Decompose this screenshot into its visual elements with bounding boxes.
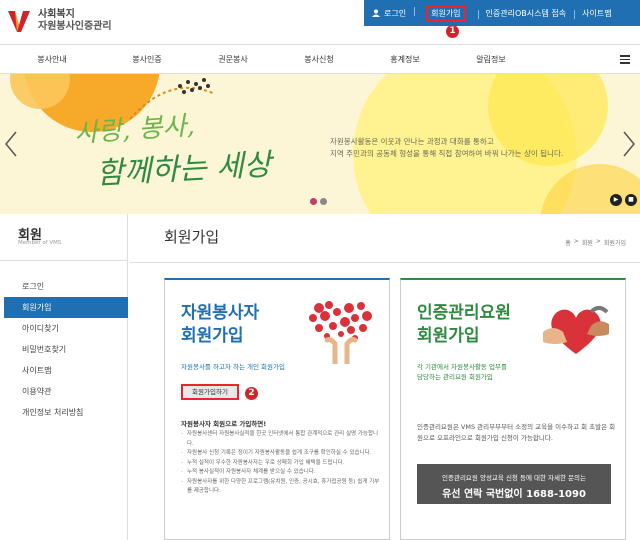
manager-join-card: 인증관리요원 회원가입 각 기관에서 자원봉사활동 업무를 담당하는 관리요원 … [400, 278, 626, 540]
manager-contact-phone: 유선 연락 국번없이 1688-1090 [442, 489, 586, 500]
manager-subtitle-line2: 담당하는 관리요원 회원가입 [417, 373, 493, 381]
banner-play-icon[interactable]: ▶ [610, 194, 622, 206]
banner-headline-2: 함께하는 세상 [95, 147, 273, 192]
banner-dot-2[interactable] [320, 198, 327, 205]
sidebar-item-terms[interactable]: 이용약관 [4, 381, 128, 402]
banner-stop-icon[interactable]: ■ [625, 194, 637, 206]
breadcrumb-member[interactable]: 회원 [582, 238, 593, 247]
sidebar-item-sitemap[interactable]: 사이트맵 [4, 360, 128, 381]
logo-line1: 사회복지 [38, 9, 75, 20]
site-logo[interactable]: 사회복지 자원봉사인증관리 [6, 8, 112, 34]
volunteer-benefits-list: 자원봉사센터 자원봉사실적을 한곳 인터넷에서 통합 관계적으로 관리 실명 가… [181, 430, 381, 497]
login-label: 로그인 [384, 8, 407, 18]
hero-banner: 사랑, 봉사, 함께하는 세상 자원봉사활동은 이웃과 만나는 과정과 대화를 … [0, 74, 640, 214]
banner-description: 자원봉사활동은 이웃과 만나는 과정과 대화를 통하고 지역 주민과의 공동체 … [330, 136, 563, 160]
gnb-item-4[interactable]: 홍계정보 [362, 54, 448, 65]
sidebar-item-find-password[interactable]: 비밀번호찾기 [4, 339, 128, 360]
join-link-wrap: 회원가입 [414, 4, 477, 22]
list-item: 자원봉사자를 위한 다양한 프로그램(유치원, 인증, 공시효, 휴가접공원 등… [181, 478, 381, 497]
page-title: 회원가입 [164, 228, 220, 246]
banner-pagination [310, 198, 327, 205]
volunteer-title-line2: 회원가입 [181, 326, 244, 346]
login-link[interactable]: 로그인 [364, 8, 414, 19]
sidebar-item-join[interactable]: 회원가입 [4, 297, 128, 318]
manager-title-line1: 인증관리요원 [417, 303, 511, 323]
banner-desc-line1: 자원봉사활동은 이웃과 만나는 과정과 대화를 통하고 [330, 137, 494, 146]
hamburger-menu-icon[interactable] [620, 55, 630, 64]
gnb-item-1[interactable]: 봉사인증 [104, 54, 190, 65]
heart-hands-icon [543, 306, 609, 354]
list-item: 누적 봉사실적이 자원봉사자 체계를 받으실 수 있습니다. [181, 468, 381, 478]
breadcrumb-sep: > [573, 238, 579, 245]
volunteer-card-title: 자원봉사자 회원가입 [181, 302, 259, 348]
sidebar-item-login[interactable]: 로그인 [4, 276, 128, 297]
logo-v-icon [8, 11, 30, 32]
manager-description: 인증관리요원은 VMS 관리부부부터 소정의 교육을 이수하고 회 초발은 회원… [417, 423, 616, 442]
breadcrumb-current: 회원가입 [603, 240, 626, 247]
volunteer-card-subtitle: 자원봉사를 하고자 하는 개인 회원가입 [181, 363, 285, 371]
gnb-item-2[interactable]: 권문봉사 [190, 54, 276, 65]
sitemap-link[interactable]: 사이트맵 [574, 8, 619, 19]
volunteer-join-card: 자원봉사자 회원가입 자원봉사를 하고자 하는 개인 회원가입 회원가입하기 2… [164, 278, 390, 540]
gnb-item-0[interactable]: 봉사안내 [0, 54, 104, 65]
logo-line2: 자원봉사인증관리 [38, 21, 112, 32]
banner-dot-1[interactable] [310, 198, 317, 205]
banner-desc-line2: 지역 주민과의 공동체 형성을 통해 직접 참여하여 바꿔 나가는 상이 됩니다… [330, 149, 564, 158]
manager-subtitle-line1: 각 기관에서 자원봉사활동 업무를 [417, 363, 507, 371]
breadcrumb-sep: > [595, 238, 601, 245]
breadcrumb-home[interactable]: 홈 [565, 238, 571, 247]
join-link[interactable]: 회원가입 [426, 4, 466, 22]
gnb-item-3[interactable]: 봉사신청 [276, 54, 362, 65]
heart-hands-icon [309, 301, 372, 364]
sidebar-divider [0, 260, 128, 261]
annotation-badge-2: 2 [245, 387, 258, 400]
sidebar-item-find-id[interactable]: 아이디찾기 [4, 318, 128, 339]
sidebar-subtitle: Member of VMS [18, 240, 62, 246]
main-navigation: 봉사안내 봉사인증 권문봉사 봉사신청 홍계정보 알림정보 [0, 44, 640, 74]
manager-contact-box: 인증관리요원 양성교육 신청 등에 대한 자세한 문의는 유선 연락 국번없이 … [417, 464, 611, 504]
volunteer-notice-title: 자원봉사자 회원으로 가입하면! [181, 420, 267, 428]
banner-prev-icon[interactable] [4, 130, 18, 158]
manager-card-subtitle: 각 기관에서 자원봉사활동 업무를 담당하는 관리요원 회원가입 [417, 362, 507, 382]
gnb-item-5[interactable]: 알림정보 [448, 54, 534, 65]
sidebar-menu: 로그인 회원가입 아이디찾기 비밀번호찾기 사이트맵 이용약관 개인정보 처리방… [4, 276, 128, 423]
list-item: 자원봉사센터 자원봉사실적을 한곳 인터넷에서 통합 관계적으로 관리 실명 가… [181, 430, 381, 449]
title-divider [130, 262, 640, 263]
site-header: 사회복지 자원봉사인증관리 로그인 회원가입 인증관리OB시스템 접속 사이트맵… [0, 0, 640, 44]
list-item: 누적 실적이 우수한 자원봉사자는 우로 상패회 가입 혜택을 드립니다. [181, 459, 381, 469]
utility-bar: 로그인 회원가입 인증관리OB시스템 접속 사이트맵 [364, 0, 640, 26]
sidebar: 회원 Member of VMS 로그인 회원가입 아이디찾기 비밀번호찾기 사… [0, 214, 128, 540]
user-icon [372, 9, 380, 17]
sidebar-item-privacy[interactable]: 개인정보 처리방침 [4, 402, 128, 423]
volunteer-join-button[interactable]: 회원가입하기 [181, 384, 239, 400]
list-item: 자원봉사 신청 기록은 정이기 자원봉사활동을 쉽게 조구를 확인하실 수 있습… [181, 449, 381, 459]
ob-system-link[interactable]: 인증관리OB시스템 접속 [477, 8, 575, 19]
annotation-badge-1: 1 [446, 25, 459, 38]
breadcrumb: 홈 > 회원 > 회원가입 [565, 238, 626, 247]
manager-title-line2: 회원가입 [417, 326, 480, 346]
banner-next-icon[interactable] [622, 130, 636, 158]
manager-contact-label: 인증관리요원 양성교육 신청 등에 대한 자세한 문의는 [442, 474, 586, 482]
volunteer-title-line1: 자원봉사자 [181, 303, 260, 323]
manager-card-title: 인증관리요원 회원가입 [417, 302, 511, 348]
